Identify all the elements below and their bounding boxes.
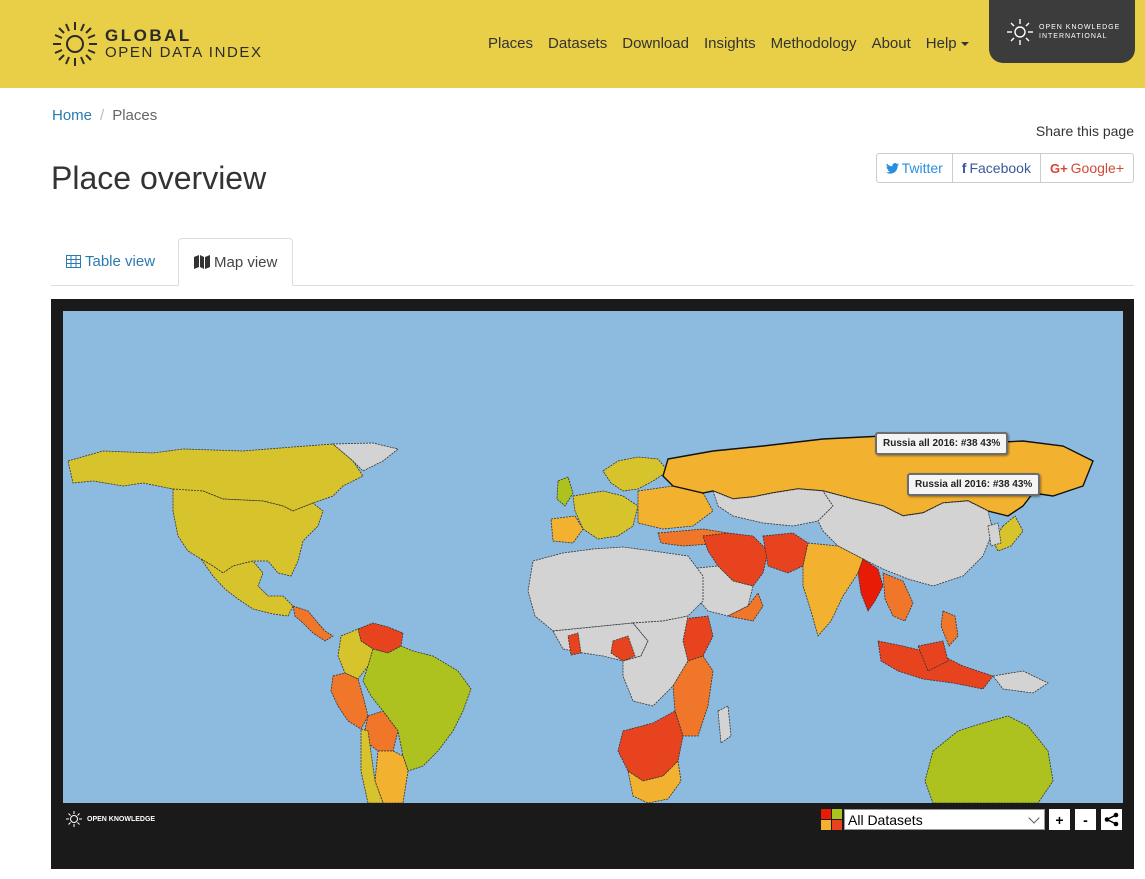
open-knowledge-label: OPEN KNOWLEDGE bbox=[87, 815, 156, 823]
okfn-line-2: INTERNATIONAL bbox=[1039, 32, 1108, 40]
share-buttons: Twitter f Facebook G+ Google+ bbox=[875, 153, 1134, 183]
brand-logo[interactable]: GLOBAL OPEN DATA INDEX bbox=[51, 20, 263, 68]
country-iberia[interactable] bbox=[550, 515, 584, 544]
share-label: Share this page bbox=[1035, 123, 1134, 139]
share-twitter-button[interactable]: Twitter bbox=[875, 153, 953, 183]
okfn-small-icon bbox=[66, 811, 82, 827]
country-uk[interactable] bbox=[556, 476, 574, 507]
country-pakistan-afghanistan[interactable] bbox=[762, 532, 809, 574]
breadcrumb: Home / Places bbox=[52, 107, 157, 124]
nav-download[interactable]: Download bbox=[622, 35, 689, 52]
open-knowledge-footer-logo[interactable]: OPEN KNOWLEDGE bbox=[65, 810, 155, 828]
tab-table-label: Table view bbox=[85, 253, 156, 270]
country-india[interactable] bbox=[802, 542, 864, 637]
map-icon bbox=[194, 255, 210, 269]
country-korea[interactable] bbox=[987, 522, 1002, 547]
map-tooltip-1: Russia all 2016: #38 43% bbox=[875, 432, 1009, 455]
zoom-out-button[interactable]: - bbox=[1075, 809, 1096, 830]
zoom-in-button[interactable]: + bbox=[1049, 809, 1070, 830]
page-title: Place overview bbox=[51, 160, 267, 196]
country-peru[interactable] bbox=[330, 672, 369, 730]
map-panel: Russia all 2016: #38 43% Russia all 2016… bbox=[51, 299, 1134, 869]
share-twitter-label: Twitter bbox=[901, 160, 943, 176]
dataset-select[interactable]: All Datasets bbox=[844, 809, 1045, 830]
chevron-down-icon bbox=[1028, 811, 1040, 824]
share-map-button[interactable] bbox=[1101, 809, 1122, 830]
country-philippines[interactable] bbox=[940, 610, 959, 647]
country-western-europe[interactable] bbox=[572, 490, 639, 540]
caret-down-icon bbox=[960, 42, 969, 47]
tab-map-view[interactable]: Map view bbox=[178, 238, 294, 286]
facebook-icon: f bbox=[961, 160, 967, 176]
nav-help-label: Help bbox=[925, 35, 957, 52]
country-australia[interactable] bbox=[924, 715, 1054, 803]
share-icon bbox=[1104, 812, 1119, 827]
legend-swatch-icon bbox=[821, 809, 842, 830]
country-madagascar[interactable] bbox=[717, 705, 732, 744]
country-new-guinea[interactable] bbox=[992, 670, 1049, 694]
map-tooltip-2: Russia all 2016: #38 43% bbox=[907, 473, 1041, 496]
main-nav: Places Datasets Download Insights Method… bbox=[488, 35, 984, 52]
nav-places[interactable]: Places bbox=[488, 35, 533, 52]
breadcrumb-home[interactable]: Home bbox=[52, 107, 92, 124]
country-scandinavia[interactable] bbox=[602, 456, 669, 492]
nav-methodology[interactable]: Methodology bbox=[771, 35, 857, 52]
tab-table-view[interactable]: Table view bbox=[51, 238, 170, 285]
share-facebook-button[interactable]: f Facebook bbox=[952, 153, 1041, 183]
view-tabs: Table view Map view bbox=[51, 238, 1134, 286]
country-central-america[interactable] bbox=[292, 605, 334, 642]
top-navbar: GLOBAL OPEN DATA INDEX Places Datasets D… bbox=[0, 0, 1145, 88]
world-map-svg bbox=[67, 435, 1094, 803]
nav-insights[interactable]: Insights bbox=[704, 35, 756, 52]
okfn-sunburst-icon bbox=[1007, 18, 1033, 45]
nav-about[interactable]: About bbox=[872, 35, 911, 52]
google-plus-icon: G+ bbox=[1049, 160, 1068, 176]
share-google-button[interactable]: G+ Google+ bbox=[1040, 153, 1134, 183]
table-icon bbox=[66, 255, 81, 268]
brand-line-2: OPEN DATA INDEX bbox=[105, 44, 263, 61]
brand-line-1: GLOBAL bbox=[105, 26, 192, 45]
dataset-select-value: All Datasets bbox=[848, 811, 923, 828]
okfn-badge[interactable]: OPEN KNOWLEDGE INTERNATIONAL bbox=[989, 0, 1135, 63]
share-google-label: Google+ bbox=[1070, 160, 1124, 176]
breadcrumb-current: Places bbox=[112, 107, 158, 124]
okfn-line-1: OPEN KNOWLEDGE bbox=[1039, 23, 1121, 31]
nav-help-dropdown[interactable]: Help bbox=[926, 35, 969, 52]
country-indochina[interactable] bbox=[882, 572, 914, 622]
tab-map-label: Map view bbox=[214, 253, 278, 271]
twitter-icon bbox=[885, 162, 899, 174]
share-facebook-label: Facebook bbox=[969, 160, 1031, 176]
breadcrumb-separator: / bbox=[100, 107, 105, 124]
sunburst-logo-icon bbox=[53, 22, 97, 66]
world-map[interactable]: Russia all 2016: #38 43% Russia all 2016… bbox=[63, 311, 1123, 803]
nav-datasets[interactable]: Datasets bbox=[548, 35, 607, 52]
